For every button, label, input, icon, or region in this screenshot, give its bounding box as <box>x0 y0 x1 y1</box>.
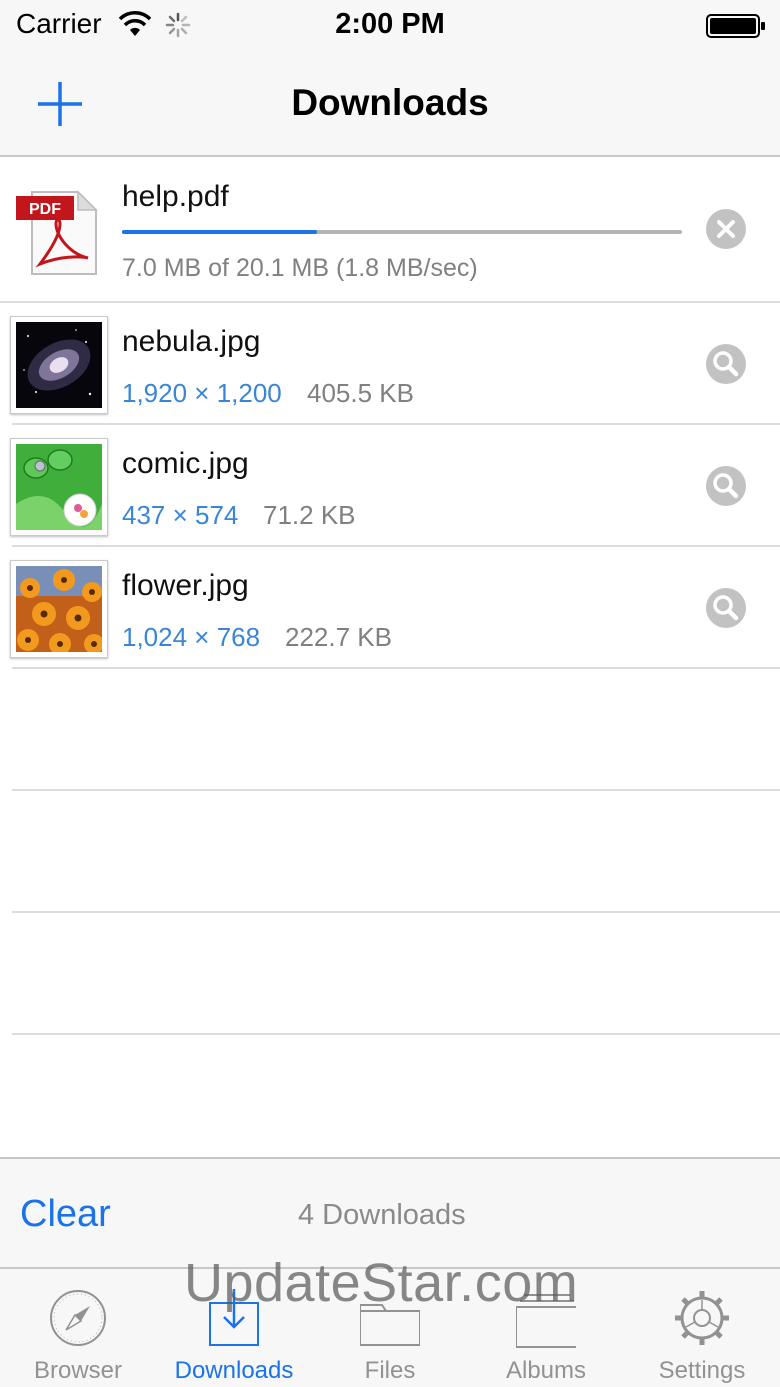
empty-row <box>0 791 780 913</box>
tab-bar: Browser Downloads Files Albums Settings <box>0 1267 780 1387</box>
bottom-toolbar: Clear 4 Downloads <box>0 1157 780 1267</box>
status-bar: Carrier 2:00 PM <box>0 0 780 52</box>
cancel-icon[interactable] <box>705 208 747 250</box>
tab-label: Browser <box>33 1357 123 1384</box>
gear-icon <box>675 1291 729 1345</box>
battery-icon <box>706 14 765 38</box>
empty-row <box>0 669 780 791</box>
image-thumbnail-nebula <box>10 316 108 414</box>
download-progress-bar <box>122 230 682 234</box>
list-item[interactable]: flower.jpg 1,024 × 768 222.7 KB <box>0 547 780 669</box>
file-name: nebula.jpg <box>122 325 261 358</box>
comic-thumbnail-image <box>16 444 102 530</box>
image-thumbnail-comic <box>10 438 108 536</box>
magnifier-icon[interactable] <box>705 465 747 507</box>
tab-albums[interactable]: Albums <box>468 1269 624 1387</box>
status-time: 2:00 PM <box>335 8 445 40</box>
download-progress-text: 7.0 MB of 20.1 MB (1.8 MB/sec) <box>122 254 478 282</box>
tab-label: Settings <box>658 1357 746 1384</box>
folder-icon <box>360 1304 420 1346</box>
page-title: Downloads <box>291 82 489 123</box>
row-divider <box>12 1033 780 1035</box>
download-tray-icon <box>209 1289 259 1346</box>
svg-text:PDF: PDF <box>29 201 61 218</box>
tab-label: Albums <box>505 1357 587 1384</box>
file-size: 71.2 KB <box>263 500 356 530</box>
flower-thumbnail-image <box>16 566 102 652</box>
active-download-row[interactable]: PDF help.pdf 7.0 MB of 20.1 MB (1.8 MB/s… <box>0 158 780 303</box>
empty-row <box>0 913 780 1035</box>
pdf-file-icon: PDF <box>16 190 98 275</box>
nebula-thumbnail-image <box>16 322 102 408</box>
list-item[interactable]: comic.jpg 437 × 574 71.2 KB <box>0 425 780 547</box>
image-dimensions: 437 × 574 <box>122 500 239 530</box>
tab-settings[interactable]: Settings <box>624 1269 780 1387</box>
tab-label: Files <box>364 1357 416 1384</box>
tab-files[interactable]: Files <box>312 1269 468 1387</box>
list-item[interactable]: nebula.jpg 1,920 × 1,200 405.5 KB <box>0 303 780 425</box>
file-name: flower.jpg <box>122 569 249 602</box>
clear-button[interactable]: Clear <box>20 1193 111 1236</box>
tab-label: Downloads <box>174 1357 294 1384</box>
file-name: comic.jpg <box>122 447 249 480</box>
file-size: 405.5 KB <box>307 378 414 408</box>
navigation-bar: Downloads <box>0 52 780 157</box>
image-dimensions: 1,024 × 768 <box>122 622 261 652</box>
downloads-list: PDF help.pdf 7.0 MB of 20.1 MB (1.8 MB/s… <box>0 158 780 1035</box>
tab-downloads[interactable]: Downloads <box>156 1269 312 1387</box>
downloads-count-label: 4 Downloads <box>298 1199 466 1231</box>
album-icon <box>516 1294 576 1348</box>
image-thumbnail-flower <box>10 560 108 658</box>
tab-browser[interactable]: Browser <box>0 1269 156 1387</box>
file-size: 222.7 KB <box>285 622 392 652</box>
file-name: help.pdf <box>122 180 229 213</box>
magnifier-icon[interactable] <box>705 587 747 629</box>
image-dimensions: 1,920 × 1,200 <box>122 378 282 408</box>
compass-icon <box>50 1290 106 1346</box>
magnifier-icon[interactable] <box>705 343 747 385</box>
download-progress-fill <box>122 230 317 234</box>
